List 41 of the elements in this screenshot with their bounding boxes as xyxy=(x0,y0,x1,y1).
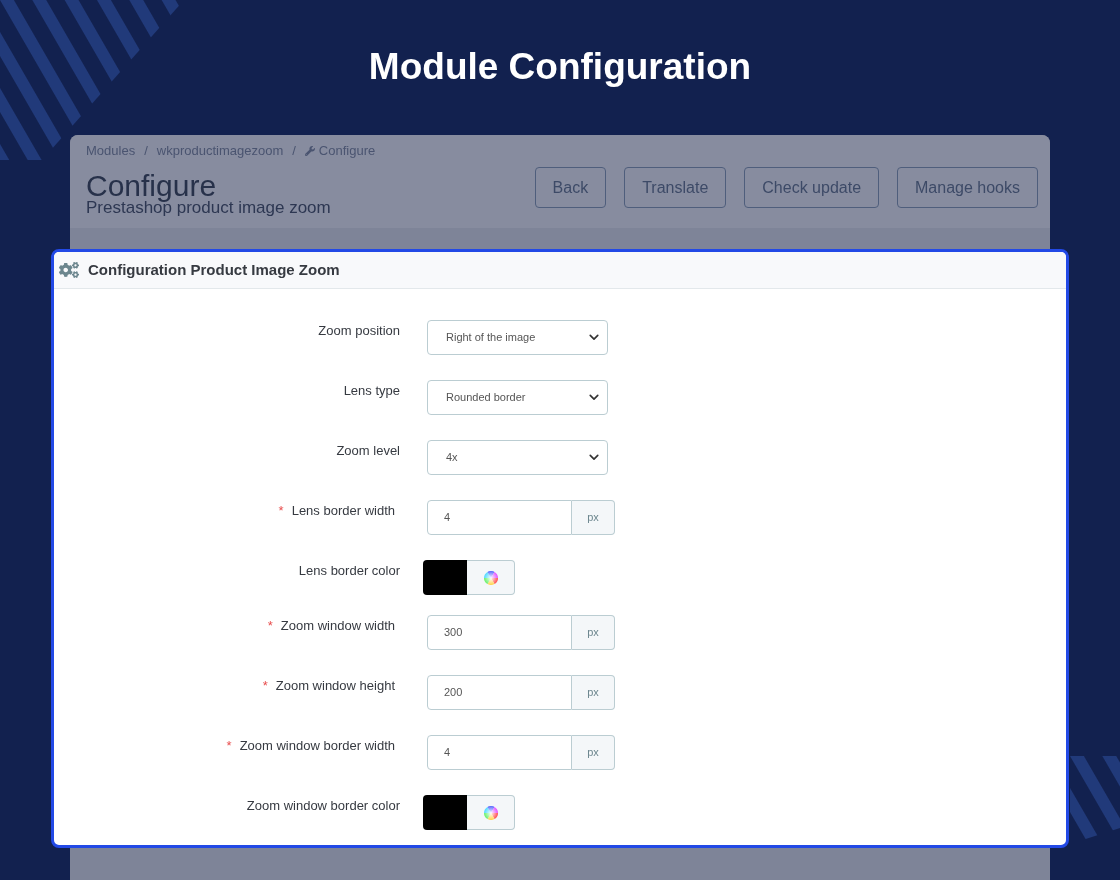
chevron-down-icon xyxy=(589,454,599,461)
unit-addon: px xyxy=(572,500,615,535)
color-picker-button[interactable] xyxy=(467,560,515,595)
field-label: Zoom window width xyxy=(280,617,395,635)
select-field[interactable]: Right of the image xyxy=(427,320,608,355)
wrench-icon xyxy=(304,146,315,156)
required-mark: * xyxy=(226,737,232,755)
page-title: Module Configuration xyxy=(368,44,752,89)
field-label: Lens border color xyxy=(298,562,400,580)
input-field[interactable]: 300 xyxy=(427,615,572,650)
color-swatch-icon[interactable] xyxy=(423,795,467,830)
input-field[interactable]: 4 xyxy=(427,735,572,770)
select-field[interactable]: Rounded border xyxy=(427,380,608,415)
input-field[interactable]: 4 xyxy=(427,500,572,535)
unit-addon: px xyxy=(572,735,615,770)
breadcrumb-separator: / xyxy=(292,142,296,161)
color-wheel-icon xyxy=(483,805,498,820)
field-label: Zoom window border width xyxy=(239,737,395,755)
input-field[interactable]: 200 xyxy=(427,675,572,710)
field-label: Zoom position xyxy=(318,322,400,340)
chevron-down-icon xyxy=(589,334,599,341)
breadcrumb-separator: / xyxy=(144,142,148,161)
unit-addon: px xyxy=(572,675,615,710)
field-label: Zoom window height xyxy=(275,677,395,695)
field-label: Zoom level xyxy=(336,442,400,460)
page-heading: Configure xyxy=(86,169,217,202)
chevron-down-icon xyxy=(589,394,599,401)
required-mark: * xyxy=(262,677,268,695)
field-label: Lens border width xyxy=(291,502,395,520)
field-label: Zoom window border color xyxy=(246,797,400,815)
breadcrumb-current: Configure xyxy=(318,142,376,161)
panel-title: Configuration Product Image Zoom xyxy=(88,259,340,280)
unit-addon: px xyxy=(572,615,615,650)
required-mark: * xyxy=(267,617,273,635)
color-wheel-icon xyxy=(483,570,498,585)
gears-icon xyxy=(59,260,79,280)
color-picker-button[interactable] xyxy=(467,795,515,830)
color-swatch-icon[interactable] xyxy=(423,560,467,595)
required-mark: * xyxy=(278,502,284,520)
field-label: Lens type xyxy=(343,382,400,400)
select-field[interactable]: 4x xyxy=(427,440,608,475)
